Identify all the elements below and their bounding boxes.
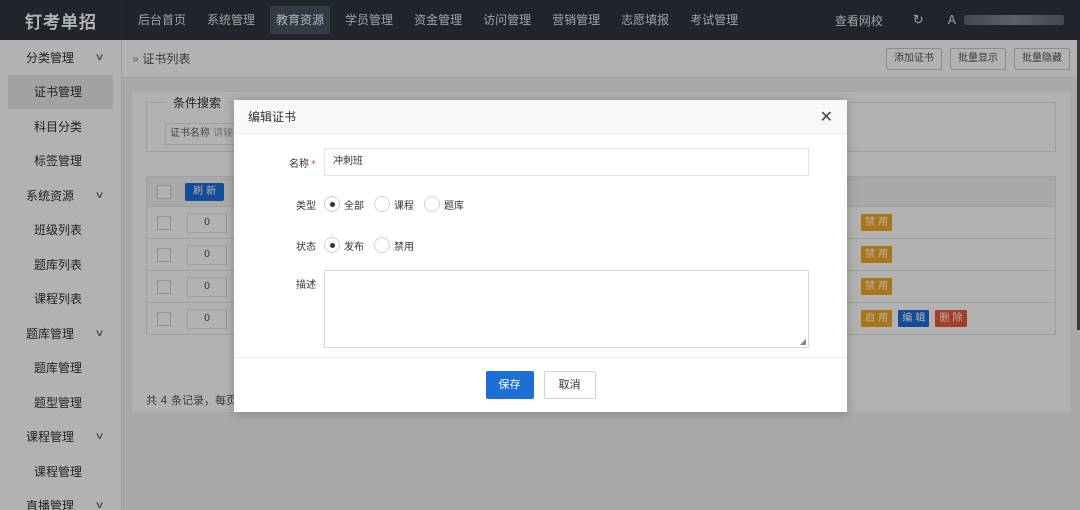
type-radio-group: 全部 课程 题库	[324, 196, 464, 212]
required-marker: *	[311, 158, 316, 170]
close-icon[interactable]: ✕	[820, 108, 833, 125]
radio-option[interactable]: 禁用	[374, 237, 414, 253]
radio-circle	[374, 237, 390, 253]
radio-option[interactable]: 发布	[324, 237, 364, 253]
name-input[interactable]: 冲刺班	[324, 148, 809, 176]
name-row: 名称 * 冲刺班	[234, 148, 809, 176]
dialog-title: 编辑证书	[248, 110, 297, 124]
status-label: 状态	[296, 241, 316, 253]
radio-circle	[374, 196, 390, 212]
resize-handle-icon[interactable]: ◢	[800, 337, 806, 346]
radio-label: 课程	[394, 200, 414, 212]
type-label: 类型	[296, 200, 316, 212]
name-label: 名称 *	[234, 155, 324, 170]
dialog-footer: 保存 取消	[234, 357, 847, 412]
radio-label: 发布	[344, 241, 364, 253]
radio-option[interactable]: 课程	[374, 196, 414, 212]
description-row: 描述 ◢	[234, 270, 809, 348]
radio-option[interactable]: 全部	[324, 196, 364, 212]
edit-certificate-dialog: 编辑证书 ✕ 名称 * 冲刺班 类型 全部 课程 题库 状态 发布 禁用 描述 ◢ 保存…	[234, 100, 847, 412]
status-radio-group: 发布 禁用	[324, 237, 414, 253]
description-label: 描述	[296, 280, 316, 291]
radio-label: 题库	[444, 200, 464, 212]
radio-circle	[324, 196, 340, 212]
cancel-button[interactable]: 取消	[543, 371, 596, 399]
status-row: 状态 发布 禁用	[234, 237, 414, 253]
name-label-text: 名称	[289, 158, 309, 170]
dialog-header: 编辑证书 ✕	[234, 100, 847, 134]
type-row: 类型 全部 课程 题库	[234, 196, 464, 212]
radio-option[interactable]: 题库	[424, 196, 464, 212]
radio-circle	[424, 196, 440, 212]
radio-circle	[324, 237, 340, 253]
description-textarea[interactable]: ◢	[324, 270, 809, 348]
radio-label: 禁用	[394, 241, 414, 253]
save-button[interactable]: 保存	[485, 371, 534, 399]
radio-label: 全部	[344, 200, 364, 212]
